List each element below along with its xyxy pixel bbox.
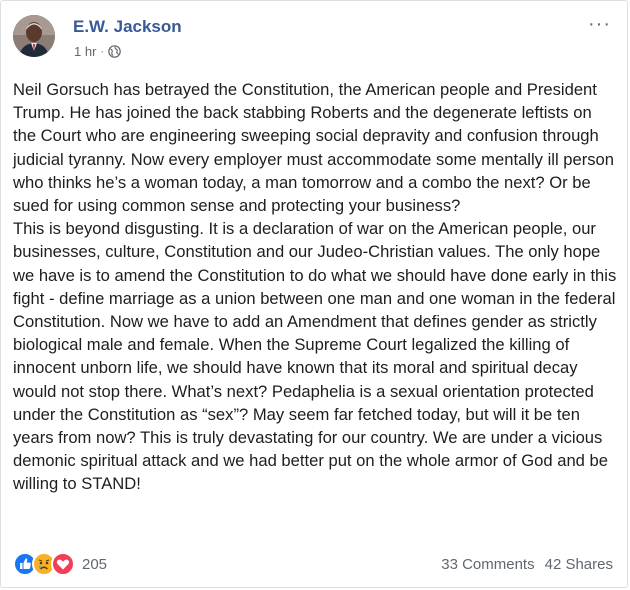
meta-separator: · [100, 45, 105, 58]
author-avatar[interactable] [13, 15, 55, 57]
shares-count-link[interactable]: 42 Shares [545, 556, 613, 573]
engagement-stats: 33 Comments 42 Shares [431, 556, 613, 573]
globe-icon[interactable] [108, 45, 121, 58]
more-options-icon[interactable]: ··· [588, 13, 611, 36]
post-body: Neil Gorsuch has betrayed the Constituti… [13, 78, 619, 496]
comments-count-link[interactable]: 33 Comments [441, 556, 534, 573]
author-name[interactable]: E.W. Jackson [73, 17, 182, 37]
post-meta: 1 hr · [74, 44, 121, 59]
reactions-summary[interactable]: 205 [13, 552, 107, 576]
post-paragraph: This is beyond disgusting. It is a decla… [13, 219, 617, 494]
engagement-bar: 205 33 Comments 42 Shares [13, 552, 613, 576]
post-card: E.W. Jackson 1 hr · ··· Neil Gorsuch has… [0, 0, 628, 588]
post-timestamp[interactable]: 1 hr [74, 44, 96, 59]
post-paragraph: Neil Gorsuch has betrayed the Constituti… [13, 80, 614, 216]
love-reaction-icon [51, 552, 75, 576]
author-photo [13, 15, 55, 57]
reaction-count[interactable]: 205 [82, 556, 107, 573]
